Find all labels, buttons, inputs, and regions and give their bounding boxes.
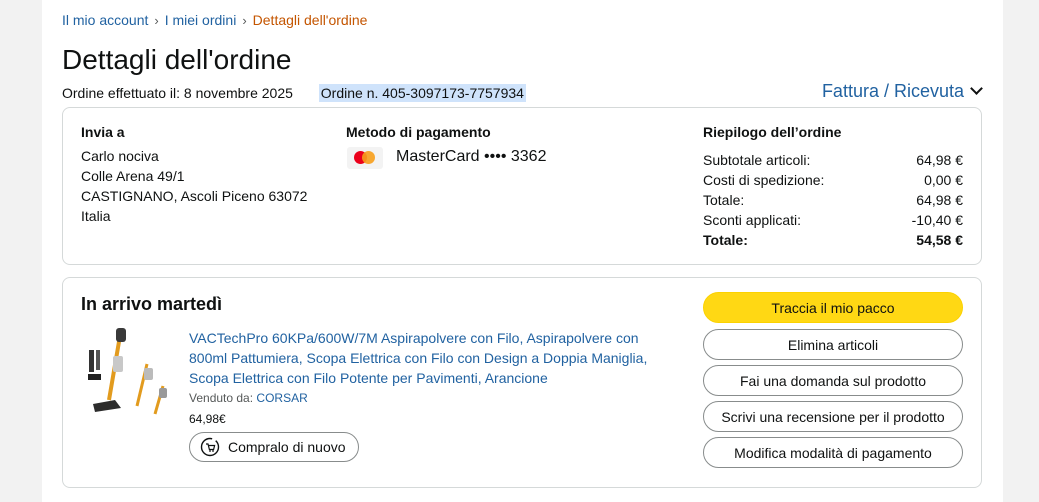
address-city: CASTIGNANO, Ascoli Piceno 63072 — [81, 188, 308, 204]
payment-card: MasterCard •••• 3362 — [396, 148, 547, 165]
buy-again-icon — [200, 437, 220, 457]
product-price: 64,98€ — [189, 412, 226, 426]
order-details-page: Il mio account › I miei ordini › Dettagli de… — [42, 0, 1003, 502]
summary-label: Totale: — [703, 232, 748, 248]
breadcrumb-my-account[interactable]: Il mio account — [62, 12, 148, 28]
summary-value: 0,00 € — [924, 172, 963, 188]
order-summary: Subtotale articoli: 64,98 € Costi di sped… — [703, 150, 963, 250]
breadcrumb-separator: › — [154, 13, 159, 28]
summary-row: Subtotale articoli: 64,98 € — [703, 150, 963, 170]
summary-row: Totale: 64,98 € — [703, 190, 963, 210]
summary-value: 64,98 € — [916, 152, 963, 168]
summary-label: Sconti applicati: — [703, 212, 802, 228]
address-country: Italia — [81, 208, 111, 224]
summary-value: 54,58 € — [916, 232, 963, 248]
invoice-label: Fattura / Ricevuta — [821, 81, 964, 101]
summary-row: Costi di spedizione: 0,00 € — [703, 170, 963, 190]
order-meta: Ordine effettuato il: 8 novembre 2025 Or… — [62, 84, 526, 102]
summary-value: 64,98 € — [916, 192, 963, 208]
ask-question-button[interactable]: Fai una domanda sul prodotto — [703, 365, 963, 396]
summary-label: Subtotale articoli: — [703, 152, 811, 168]
sold-by-label: Venduto da: — [189, 391, 254, 405]
arrival-heading: In arrivo martedì — [81, 294, 223, 314]
summary-label: Costi di spedizione: — [703, 172, 825, 188]
mastercard-icon — [347, 147, 383, 169]
summary-grand-total: Totale: 54,58 € — [703, 230, 963, 250]
product-image[interactable] — [85, 326, 171, 418]
invoice-dropdown[interactable]: Fattura / Ricevuta — [821, 81, 983, 102]
summary-value: -10,40 € — [911, 212, 963, 228]
track-package-button[interactable]: Traccia il mio pacco — [703, 292, 963, 323]
buy-again-button[interactable]: Compralo di nuovo — [189, 432, 359, 462]
order-info-card: Invia a Carlo nociva Colle Arena 49/1 CA… — [62, 107, 982, 265]
delete-items-button[interactable]: Elimina articoli — [703, 329, 963, 360]
buy-again-label: Compralo di nuovo — [228, 439, 346, 455]
seller-link[interactable]: CORSAR — [256, 391, 307, 405]
change-payment-button[interactable]: Modifica modalità di pagamento — [703, 437, 963, 468]
recipient-name: Carlo nociva — [81, 148, 159, 164]
address-street: Colle Arena 49/1 — [81, 168, 185, 184]
summary-row: Sconti applicati: -10,40 € — [703, 210, 963, 230]
breadcrumb: Il mio account › I miei ordini › Dettagli de… — [62, 12, 367, 28]
shipping-address: Carlo nociva Colle Arena 49/1 CASTIGNANO… — [81, 146, 307, 226]
summary-heading: Riepilogo dell’ordine — [703, 124, 842, 140]
order-date: Ordine effettuato il: 8 novembre 2025 — [62, 85, 293, 101]
shipment-card: In arrivo martedì VACTechPro 60KPa/600W/… — [62, 277, 982, 488]
page-title: Dettagli dell'ordine — [62, 44, 292, 75]
summary-label: Totale: — [703, 192, 745, 208]
breadcrumb-separator: › — [242, 13, 247, 28]
order-number: Ordine n. 405-3097173-7757934 — [318, 84, 526, 102]
breadcrumb-my-orders[interactable]: I miei ordini — [165, 12, 237, 28]
sold-by: Venduto da: CORSAR — [189, 391, 308, 405]
breadcrumb-current: Dettagli dell'ordine — [252, 12, 368, 28]
shipping-heading: Invia a — [81, 124, 125, 140]
payment-heading: Metodo di pagamento — [346, 124, 491, 140]
chevron-down-icon — [970, 82, 983, 95]
product-title-link[interactable]: VACTechPro 60KPa/600W/7M Aspirapolvere c… — [189, 328, 679, 388]
write-review-button[interactable]: Scrivi una recensione per il prodotto — [703, 401, 963, 432]
